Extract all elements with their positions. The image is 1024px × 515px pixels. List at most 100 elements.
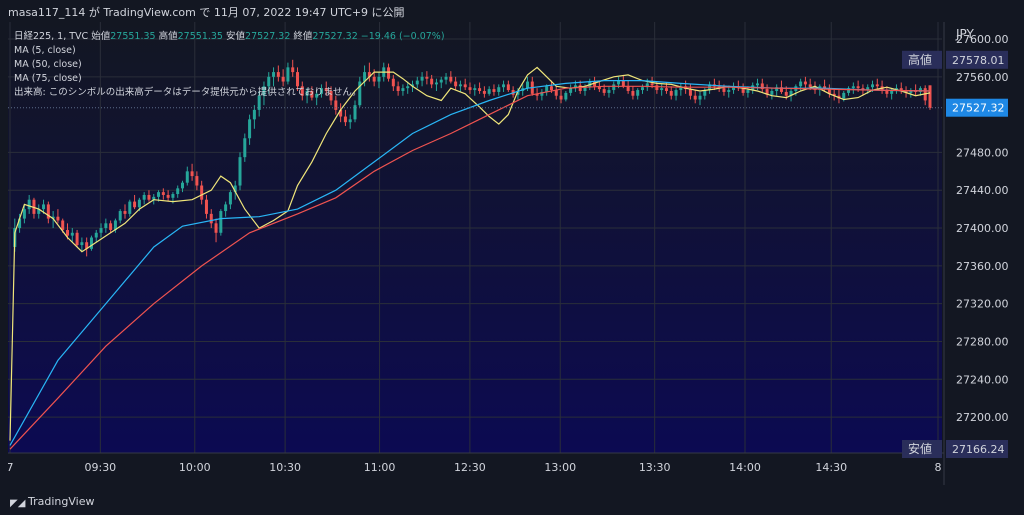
candle-body <box>564 92 568 100</box>
header-bar: masa117_114 が TradingView.com で 11月 07, … <box>0 0 1024 22</box>
candle-body <box>554 90 558 96</box>
candle-body <box>871 84 874 88</box>
candle-body <box>142 194 146 200</box>
low-tag-label: 安値 <box>908 441 932 456</box>
high-tag-label: 高値 <box>908 52 932 67</box>
candle-body <box>56 216 60 221</box>
candle-body <box>109 223 113 230</box>
candle-body <box>674 90 678 96</box>
candle-body <box>473 88 477 91</box>
candle-body <box>238 157 242 186</box>
candle-body <box>621 80 625 87</box>
candle-body <box>602 89 606 93</box>
candle-body <box>147 194 151 200</box>
legend-ma5[interactable]: MA (5, close) <box>14 44 445 58</box>
legend-high-value: 27551.35 <box>177 31 223 42</box>
x-tick-label: 11:00 <box>364 461 396 474</box>
x-tick-label: 7 <box>8 461 14 474</box>
candle-body <box>803 81 807 85</box>
candle-body <box>559 95 563 100</box>
candle-body <box>497 87 501 92</box>
candle-body <box>756 83 759 86</box>
candle-body <box>61 220 65 230</box>
y-tick-label: 27440.00 <box>956 184 1009 197</box>
legend-close-label: 終値 <box>293 31 313 42</box>
y-tick-label: 27280.00 <box>956 335 1009 348</box>
tradingview-logo-icon: ◤◢ <box>10 498 26 509</box>
candle-body <box>334 100 338 110</box>
candle-body <box>27 199 31 210</box>
legend-open-value: 27551.35 <box>110 31 156 42</box>
x-tick-label: 14:30 <box>815 461 847 474</box>
y-tick-label: 27200.00 <box>956 411 1009 424</box>
candle-body <box>252 109 256 120</box>
low-value: 27166.24 <box>952 443 1005 456</box>
candle-body <box>722 88 726 92</box>
candle-body <box>856 86 860 89</box>
x-tick-label: 10:30 <box>269 461 301 474</box>
candle-body <box>137 199 141 208</box>
candle-body <box>185 171 189 183</box>
candle-body <box>770 90 774 95</box>
candle-body <box>94 232 98 238</box>
candle-body <box>161 192 165 195</box>
x-tick-label: 14:00 <box>729 461 761 474</box>
candle-body <box>42 204 46 210</box>
chart-legend: 日経225, 1, TVC 始値27551.35 高値27551.35 安値27… <box>14 30 445 100</box>
candle-body <box>224 204 228 212</box>
x-tick-label: 12:30 <box>454 461 486 474</box>
candle-body <box>118 211 122 221</box>
candle-body <box>727 90 731 92</box>
candle-body <box>89 237 93 249</box>
candle-body <box>502 84 506 88</box>
candle-body <box>660 88 664 91</box>
y-tick-label: 27240.00 <box>956 373 1009 386</box>
x-tick-label: 13:00 <box>544 461 576 474</box>
x-tick-label: 09:30 <box>84 461 116 474</box>
candle-body <box>612 84 616 91</box>
legend-symbol: 日経225, 1, TVC <box>14 31 89 42</box>
candle-body <box>636 90 640 96</box>
candle-body <box>444 76 448 80</box>
candle-body <box>123 211 127 214</box>
candle-body <box>545 86 549 92</box>
candle-body <box>209 213 213 224</box>
candle-body <box>482 90 486 94</box>
candle-body <box>492 89 496 92</box>
candle-body <box>190 171 194 177</box>
candle-body <box>200 185 204 200</box>
candle-body <box>104 223 108 229</box>
candle-body <box>458 84 462 87</box>
candle-body <box>181 182 184 189</box>
legend-ma75[interactable]: MA (75, close) <box>14 72 445 86</box>
candle-body <box>885 90 889 94</box>
candle-body <box>468 87 472 91</box>
candle-body <box>133 201 137 208</box>
candle-body <box>875 84 879 87</box>
candle-body <box>195 176 199 186</box>
candle-body <box>157 192 161 197</box>
y-tick-label: 27360.00 <box>956 260 1009 273</box>
candle-body <box>166 194 170 198</box>
legend-ma50[interactable]: MA (50, close) <box>14 58 445 72</box>
tradingview-logo[interactable]: ◤◢ TradingView <box>10 495 94 509</box>
candle-body <box>506 84 510 91</box>
candle-body <box>204 199 208 214</box>
candle-body <box>449 76 453 82</box>
candle-body <box>22 209 26 219</box>
y-tick-label: 27400.00 <box>956 222 1009 235</box>
candle-body <box>799 81 803 87</box>
legend-high-label: 高値 <box>158 31 178 42</box>
candle-body <box>66 229 69 236</box>
legend-low-value: 27527.32 <box>245 31 291 42</box>
candle-body <box>243 138 247 158</box>
candle-body <box>454 81 458 87</box>
header-caption: masa117_114 が TradingView.com で 11月 07, … <box>8 6 405 19</box>
candle-body <box>569 88 573 93</box>
candle-body <box>219 211 223 233</box>
candle-body <box>526 81 529 89</box>
candle-body <box>478 88 482 91</box>
x-tick-label: 8 <box>935 461 942 474</box>
candle-body <box>70 232 74 236</box>
x-tick-label: 10:00 <box>179 461 211 474</box>
